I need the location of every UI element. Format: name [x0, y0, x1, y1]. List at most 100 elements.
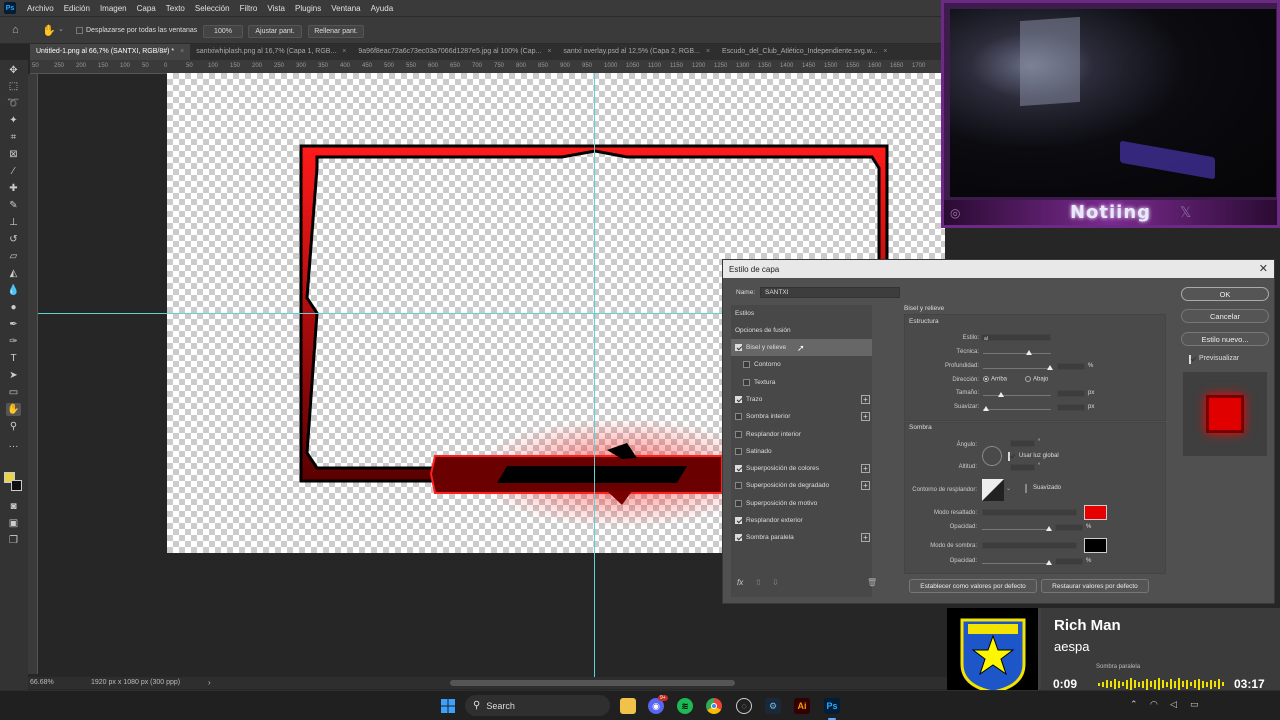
- menu-ventana[interactable]: Ventana: [326, 4, 365, 13]
- type-tool-icon[interactable]: T: [6, 352, 21, 365]
- tab-escudo[interactable]: Escudo_del_Club_Atlético_Independiente.s…: [716, 44, 893, 60]
- style-item-textura[interactable]: Textura: [731, 374, 872, 391]
- lasso-tool-icon[interactable]: ➰: [6, 97, 21, 110]
- marquee-tool-icon[interactable]: ⬚: [6, 80, 21, 93]
- history-brush-tool-icon[interactable]: ↺: [6, 233, 21, 246]
- frame-tool-icon[interactable]: ⊠: [6, 148, 21, 161]
- pen-tool-icon[interactable]: ✑: [6, 335, 21, 348]
- suavizar-slider-knob[interactable]: [983, 406, 989, 411]
- tamano-slider[interactable]: [983, 395, 1051, 396]
- style-checkbox[interactable]: [735, 465, 742, 473]
- highlight-opacity-field[interactable]: [1055, 524, 1083, 531]
- tab-santxiwhiplash[interactable]: santxiwhiplash.png al 16,7% (Capa 1, RGB…: [190, 44, 352, 60]
- healing-brush-tool-icon[interactable]: ✚: [6, 182, 21, 195]
- style-checkbox[interactable]: [735, 482, 742, 490]
- spotify-icon[interactable]: ≋: [677, 698, 693, 714]
- menu-capa[interactable]: Capa: [132, 4, 161, 13]
- angulo-field[interactable]: [1010, 440, 1035, 447]
- path-selection-tool-icon[interactable]: ➤: [6, 369, 21, 382]
- fit-screen-button[interactable]: Ajustar pant.: [248, 25, 302, 38]
- ok-button[interactable]: OK: [1181, 287, 1269, 301]
- shadow-opacity-slider[interactable]: [982, 563, 1050, 564]
- photoshop-icon[interactable]: Ps: [824, 698, 840, 714]
- reset-default-button[interactable]: Restaurar valores por defecto: [1041, 579, 1149, 593]
- add-effect-icon[interactable]: +: [861, 412, 870, 422]
- global-light-checkbox[interactable]: [1008, 452, 1010, 461]
- altitud-field[interactable]: [1010, 464, 1035, 471]
- zoom-tool-icon[interactable]: ⚲: [6, 420, 21, 433]
- style-item-sombra-interior[interactable]: Sombra interior +: [731, 408, 872, 425]
- style-checkbox[interactable]: [735, 447, 742, 455]
- highlight-color-swatch[interactable]: [1084, 505, 1107, 520]
- paint-bucket-tool-icon[interactable]: ◭: [6, 267, 21, 280]
- style-checkbox[interactable]: [735, 344, 742, 351]
- add-effect-icon[interactable]: +: [861, 464, 870, 474]
- layer-name-field[interactable]: SANTXI: [760, 287, 900, 298]
- highlight-mode-dropdown[interactable]: [982, 509, 1077, 516]
- hand-tool-icon[interactable]: ✋: [6, 403, 21, 416]
- highlight-opacity-slider[interactable]: [982, 529, 1050, 530]
- suavizar-field[interactable]: [1057, 404, 1085, 411]
- home-icon[interactable]: ⌂: [12, 24, 19, 36]
- chevron-right-icon[interactable]: ›: [208, 678, 211, 687]
- style-checkbox[interactable]: [735, 413, 742, 421]
- chevron-up-icon[interactable]: ⌃: [1130, 699, 1138, 710]
- close-icon[interactable]: ×: [883, 48, 887, 55]
- style-checkbox[interactable]: [735, 499, 742, 507]
- illustrator-icon[interactable]: Ai: [794, 698, 810, 714]
- close-icon[interactable]: ✕: [1259, 262, 1268, 275]
- shadow-color-swatch[interactable]: [1084, 538, 1107, 553]
- menu-vista[interactable]: Vista: [262, 4, 290, 13]
- zoom-level[interactable]: 66.68%: [30, 679, 54, 686]
- chevron-down-icon[interactable]: ⌄: [1006, 485, 1011, 492]
- style-item-superposición-de-motivo[interactable]: Superposición de motivo: [731, 495, 872, 512]
- rectangle-tool-icon[interactable]: ▭: [6, 386, 21, 399]
- fill-screen-button[interactable]: Rellenar pant.: [308, 25, 364, 38]
- windows-icon[interactable]: [440, 698, 456, 714]
- more-tools-icon[interactable]: ···: [6, 440, 21, 453]
- hand-tool-icon[interactable]: ✋: [42, 24, 56, 37]
- tecnica-slider-knob[interactable]: [1026, 350, 1032, 355]
- style-item-bisel-y-relieve[interactable]: Bisel y relieve ➚: [731, 339, 872, 356]
- eyedropper-tool-icon[interactable]: ⁄: [6, 165, 21, 178]
- add-effect-icon[interactable]: +: [861, 394, 870, 404]
- profundidad-slider-knob[interactable]: [1047, 365, 1053, 370]
- menu-filtro[interactable]: Filtro: [235, 4, 263, 13]
- tamano-slider-knob[interactable]: [998, 392, 1004, 397]
- close-icon[interactable]: ×: [706, 48, 710, 55]
- artboard-icon[interactable]: ❐: [6, 534, 21, 547]
- estilo-dropdown[interactable]: al: [981, 334, 1051, 342]
- style-checkbox[interactable]: [735, 534, 742, 542]
- move-tool-icon[interactable]: ✥: [6, 64, 21, 77]
- style-checkbox[interactable]: [743, 361, 750, 369]
- style-item-contorno[interactable]: Contorno: [731, 356, 872, 373]
- anti-aliased-checkbox[interactable]: [1025, 484, 1027, 493]
- tab-santxi-overlay[interactable]: santxi overlay.psd al 12,5% (Capa 2, RGB…: [557, 44, 716, 60]
- dodge-tool-icon[interactable]: ●: [6, 301, 21, 314]
- brush-tool-icon[interactable]: ✎: [6, 199, 21, 212]
- abajo-radio[interactable]: Abajo: [1025, 376, 1048, 383]
- tamano-field[interactable]: [1057, 390, 1085, 397]
- style-item-trazo[interactable]: Trazo +: [731, 391, 872, 408]
- shadow-opacity-field[interactable]: [1055, 558, 1083, 565]
- clone-stamp-tool-icon[interactable]: ⊥: [6, 216, 21, 229]
- shadow-mode-dropdown[interactable]: [982, 542, 1077, 549]
- tool-preset-chevron-icon[interactable]: ⌄: [58, 25, 64, 33]
- highlight-opacity-knob[interactable]: [1046, 526, 1052, 531]
- styles-header[interactable]: Estilos: [731, 305, 872, 322]
- crop-tool-icon[interactable]: ⌗: [6, 131, 21, 144]
- eraser-tool-icon[interactable]: ▱: [6, 250, 21, 263]
- menu-archivo[interactable]: Archivo: [22, 4, 59, 13]
- menu-plugins[interactable]: Plugins: [290, 4, 326, 13]
- photoshop-logo-icon[interactable]: Ps: [4, 2, 16, 14]
- taskbar-search[interactable]: ⚲ Search: [465, 695, 610, 716]
- arriba-radio[interactable]: Arriba: [983, 376, 1007, 383]
- chrome-icon[interactable]: [706, 698, 722, 714]
- dialog-titlebar[interactable]: Estilo de capa ✕: [723, 260, 1274, 278]
- scroll-all-checkbox[interactable]: [76, 27, 83, 34]
- suavizar-slider[interactable]: [983, 409, 1051, 410]
- profundidad-field[interactable]: [1057, 363, 1085, 370]
- new-style-button[interactable]: Estilo nuevo...: [1181, 332, 1269, 346]
- wifi-icon[interactable]: ◠: [1150, 699, 1158, 710]
- steam-icon[interactable]: ⚙: [765, 698, 781, 714]
